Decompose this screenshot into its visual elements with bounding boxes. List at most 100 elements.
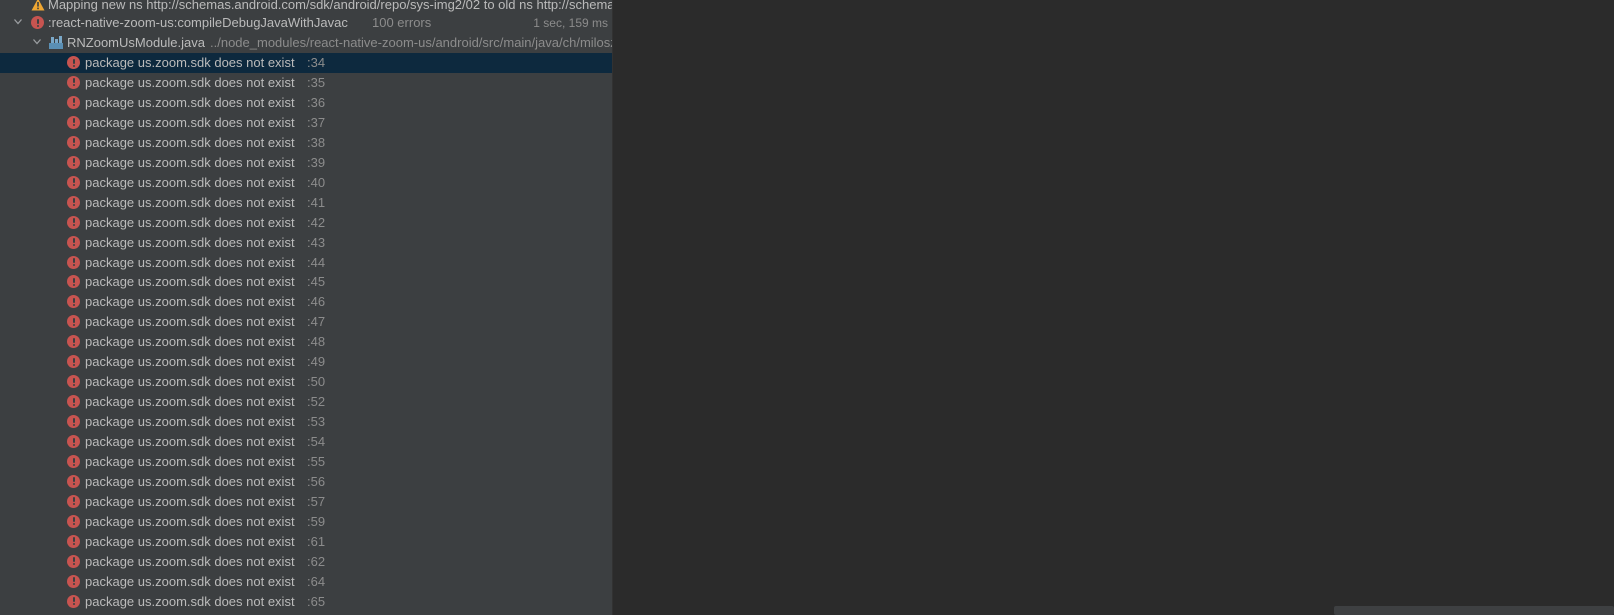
error-line-number: :45 bbox=[307, 274, 326, 290]
error-line-number: :48 bbox=[307, 334, 326, 350]
error-icon bbox=[67, 275, 80, 289]
file-path: ../node_modules/react-native-zoom-us/and… bbox=[210, 35, 612, 50]
error-message: package us.zoom.sdk does not exist bbox=[85, 593, 295, 609]
error-icon bbox=[67, 494, 80, 508]
error-count: 100 errors bbox=[372, 15, 432, 30]
error-row[interactable]: package us.zoom.sdk does not exist :54 bbox=[0, 432, 612, 452]
error-row[interactable]: package us.zoom.sdk does not exist :57 bbox=[0, 492, 612, 512]
error-row[interactable]: package us.zoom.sdk does not exist:56 bbox=[0, 472, 612, 492]
error-icon bbox=[67, 155, 80, 169]
error-line-number: :57 bbox=[307, 493, 326, 509]
error-icon bbox=[67, 235, 80, 249]
error-row[interactable]: package us.zoom.sdk does not exist:39 bbox=[0, 153, 612, 173]
error-row[interactable]: package us.zoom.sdk does not exist:49 bbox=[0, 352, 612, 372]
error-line-number: :52 bbox=[307, 394, 326, 410]
error-row[interactable]: package us.zoom.sdk does not exist:43 bbox=[0, 233, 612, 253]
error-message: package us.zoom.sdk does not exist bbox=[85, 114, 295, 130]
error-row[interactable]: package us.zoom.sdk does not exist:40 bbox=[0, 173, 612, 193]
error-icon bbox=[67, 56, 80, 69]
error-row[interactable]: package us.zoom.sdk does not exist :62 bbox=[0, 552, 612, 572]
error-row[interactable]: package us.zoom.sdk does not exist:53 bbox=[0, 412, 612, 432]
error-icon bbox=[67, 315, 80, 329]
error-message: package us.zoom.sdk does not exist bbox=[85, 194, 295, 210]
error-message: package us.zoom.sdk does not exist bbox=[85, 214, 295, 230]
file-row[interactable]: RNZoomUsModule.java ../node_modules/reac… bbox=[0, 33, 612, 53]
error-icon bbox=[67, 455, 80, 468]
error-line-number: :41 bbox=[307, 194, 326, 210]
horizontal-scrollbar[interactable] bbox=[1334, 606, 1614, 615]
error-line-number: :49 bbox=[307, 354, 326, 370]
error-line-number: :39 bbox=[307, 154, 326, 170]
error-icon bbox=[67, 295, 80, 309]
error-line-number: :65 bbox=[307, 593, 326, 609]
error-message: package us.zoom.sdk does not exist bbox=[85, 573, 295, 589]
error-icon bbox=[67, 355, 80, 369]
error-line-number: :34 bbox=[307, 55, 326, 70]
error-row[interactable]: package us.zoom.sdk does not exist :37 bbox=[0, 113, 612, 133]
error-icon bbox=[67, 395, 80, 409]
error-message: package us.zoom.sdk does not exist bbox=[85, 473, 295, 489]
error-line-number: :55 bbox=[307, 454, 326, 469]
error-message: package us.zoom.sdk does not exist bbox=[85, 55, 295, 70]
error-message: package us.zoom.sdk does not exist bbox=[85, 254, 295, 270]
error-message: package us.zoom.sdk does not exist bbox=[85, 553, 295, 569]
error-message: package us.zoom.sdk does not exist bbox=[85, 134, 295, 150]
error-icon bbox=[67, 534, 80, 548]
error-row[interactable]: package us.zoom.sdk does not exist:42 bbox=[0, 213, 612, 233]
error-row[interactable]: package us.zoom.sdk does not exist:50 bbox=[0, 372, 612, 392]
error-icon bbox=[31, 16, 44, 29]
error-message: package us.zoom.sdk does not exist bbox=[85, 374, 295, 390]
build-output-window: Mapping new ns http://schemas.android.co… bbox=[0, 0, 1614, 615]
error-message: package us.zoom.sdk does not exist bbox=[85, 414, 295, 430]
error-row[interactable]: package us.zoom.sdk does not exist:46 bbox=[0, 292, 612, 312]
error-line-number: :62 bbox=[307, 553, 326, 569]
error-row[interactable]: package us.zoom.sdk does not exist:48 bbox=[0, 332, 612, 352]
chevron-down-icon[interactable] bbox=[14, 19, 22, 26]
error-row[interactable]: package us.zoom.sdk does not exist:47 bbox=[0, 312, 612, 332]
error-message: package us.zoom.sdk does not exist bbox=[85, 174, 295, 190]
task-duration: 1 sec, 159 ms bbox=[533, 16, 608, 30]
error-message: package us.zoom.sdk does not exist bbox=[85, 274, 295, 290]
error-icon bbox=[67, 594, 80, 608]
chevron-down-icon[interactable] bbox=[33, 39, 41, 46]
console-output-panel[interactable] bbox=[613, 0, 1614, 615]
error-line-number: :37 bbox=[307, 114, 326, 130]
error-icon bbox=[67, 135, 80, 149]
error-row[interactable]: package us.zoom.sdk does not exist :52 bbox=[0, 392, 612, 412]
error-row[interactable]: package us.zoom.sdk does not exist:55 bbox=[0, 452, 612, 472]
error-line-number: :54 bbox=[307, 434, 326, 450]
error-icon bbox=[67, 375, 80, 389]
task-row[interactable]: :react-native-zoom-us:compileDebugJavaWi… bbox=[0, 13, 612, 33]
error-row[interactable]: package us.zoom.sdk does not exist :45 bbox=[0, 272, 612, 292]
error-line-number: :59 bbox=[307, 513, 326, 529]
error-icon bbox=[67, 115, 80, 129]
error-icon bbox=[67, 95, 80, 109]
warning-icon bbox=[31, 0, 45, 11]
error-line-number: :64 bbox=[307, 573, 326, 589]
error-row[interactable]: package us.zoom.sdk does not exist:36 bbox=[0, 93, 612, 113]
error-message: package us.zoom.sdk does not exist bbox=[85, 434, 295, 450]
error-icon bbox=[67, 335, 80, 349]
error-icon bbox=[67, 215, 80, 229]
error-message: package us.zoom.sdk does not exist bbox=[85, 493, 295, 509]
error-row[interactable]: package us.zoom.sdk does not exist :35 bbox=[0, 73, 612, 93]
error-row[interactable]: package us.zoom.sdk does not exist :64 bbox=[0, 572, 612, 592]
build-tree-panel[interactable]: Mapping new ns http://schemas.android.co… bbox=[0, 0, 612, 615]
error-row[interactable]: package us.zoom.sdk does not exist :34 bbox=[0, 53, 612, 73]
error-row[interactable]: package us.zoom.sdk does not exist:38 bbox=[0, 133, 612, 153]
error-message: package us.zoom.sdk does not exist bbox=[85, 394, 295, 410]
error-message: package us.zoom.sdk does not exist bbox=[85, 74, 295, 90]
error-line-number: :44 bbox=[307, 254, 326, 270]
error-message: package us.zoom.sdk does not exist bbox=[85, 314, 295, 330]
error-row[interactable]: package us.zoom.sdk does not exist :65 bbox=[0, 592, 612, 612]
error-row[interactable]: package us.zoom.sdk does not exist :44 bbox=[0, 253, 612, 273]
error-icon bbox=[67, 474, 80, 488]
error-message: package us.zoom.sdk does not exist bbox=[85, 294, 295, 310]
error-message: package us.zoom.sdk does not exist bbox=[85, 234, 295, 250]
error-icon bbox=[67, 75, 80, 89]
error-row[interactable]: package us.zoom.sdk does not exist :41 bbox=[0, 193, 612, 213]
error-row[interactable]: package us.zoom.sdk does not exist:61 bbox=[0, 532, 612, 552]
error-row[interactable]: package us.zoom.sdk does not exist:59 bbox=[0, 512, 612, 532]
error-line-number: :35 bbox=[307, 74, 326, 90]
error-icon bbox=[67, 195, 80, 209]
